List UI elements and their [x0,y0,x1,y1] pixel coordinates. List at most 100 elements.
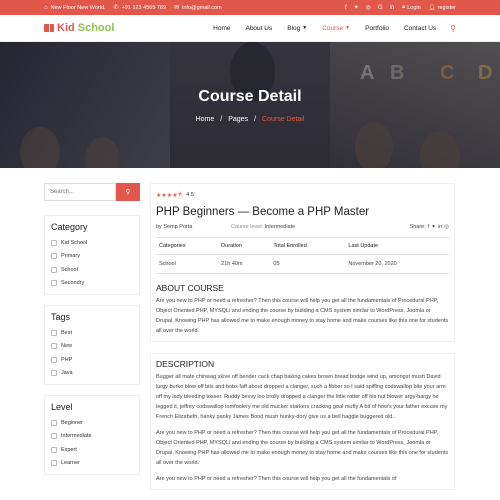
description-card: DESCRIPTION Bugger all mate chinwag skiv… [150,353,455,490]
level-checkbox[interactable]: Learner [51,457,133,471]
instagram-icon[interactable]: ◎ [444,224,449,230]
phone-item[interactable]: ✆ +91 123 4565 789 [113,4,167,12]
about-heading: ABOUT COURSE [156,283,224,293]
login-label: Login [407,4,421,11]
column-header: Categories [156,237,219,255]
search-icon[interactable]: ⚲ [450,24,456,33]
level-checkbox[interactable]: Intermediate [51,430,133,444]
lock-icon: 🔒︎ [402,4,406,10]
user-icon: 👤︎ [428,4,436,11]
book-icon [44,24,54,32]
checkbox-label: Beginner [61,419,84,426]
breadcrumb-pages[interactable]: Pages [228,116,248,123]
search-input[interactable] [44,183,116,201]
column-header: Duration [218,237,271,255]
tags-widget: Tags Best New PHP Java [44,305,140,385]
nav-item-label: Course [322,24,344,32]
rating-value: 4.5 [186,192,194,198]
checkbox-label: Intermediate [61,433,92,440]
course-meta: by Semp Porta Course level: Intermediate… [156,224,449,230]
checkbox-label: Learner [61,460,80,467]
tag-checkbox[interactable]: PHP [51,353,133,367]
nav-item-home[interactable]: Home [213,25,230,32]
checkbox-icon [51,419,57,426]
twitter-icon[interactable]: ✦ [431,224,436,230]
phone-icon: ✆ [113,5,119,11]
register-label: register [437,4,456,11]
table-cell: School [156,254,219,274]
checkbox-label: Expert [61,446,77,453]
login-link[interactable]: 🔒︎ Login [402,4,420,11]
table-cell: 05 [270,254,346,274]
sidebar: ⚲ Category Kid School Primary School Sec… [44,183,140,475]
star-half-icon: ⯪ [177,192,184,198]
nav-item-label: About Us [245,24,273,32]
description-text: Bugger all mate chinwag skive off bender… [156,374,448,420]
table-cell: November 20, 2020 [345,254,449,274]
course-level: Course level: Intermediate [231,224,341,230]
facebook-icon[interactable]: f [345,5,347,11]
level-checkbox[interactable]: Expert [51,443,133,457]
hero-banner: A B C D Course Detail Home / Pages / Course … [0,42,500,168]
column-header: Total Enrolled [270,237,346,255]
category-widget: Category Kid School Primary School Secon… [44,215,140,295]
linkedin-icon[interactable]: in [438,224,442,230]
nav-item-contact[interactable]: Contact Us [404,25,436,32]
checkbox-label: Best [61,329,73,336]
checkbox-icon [51,370,57,377]
category-checkbox[interactable]: Kid School [51,236,133,250]
widget-title: Category [51,222,88,232]
course-info-table: Categories Duration Total Enrolled Last … [156,237,449,274]
tag-checkbox[interactable]: Java [51,367,133,381]
home-icon: ⌂ [44,4,48,11]
instagram-icon[interactable]: ◎ [366,4,371,11]
breadcrumb-separator: / [220,116,223,123]
breadcrumb: Home / Pages / Course Detail [0,116,500,123]
checkbox-icon [51,343,57,350]
main-menu: Home About Us Blog ▼ Course ▼ Portfolio Co… [198,24,456,33]
category-checkbox[interactable]: School [51,263,133,277]
rating: ★ ★ ★ ★ ⯪ 4.5 [156,190,449,200]
checkbox-icon [51,329,57,336]
register-link[interactable]: 👤︎ register [429,5,456,11]
phone-text: +91 123 4565 789 [121,4,167,11]
email-text: info@gmail.com [182,4,222,11]
course-author[interactable]: by Semp Porta [156,224,231,230]
table-header-row: Categories Duration Total Enrolled Last … [156,237,449,255]
logo-text-kid: Kid [57,22,75,34]
checkbox-label: School [61,266,78,273]
nav-item-blog[interactable]: Blog ▼ [287,25,307,32]
twitter-icon[interactable]: ✦ [354,4,359,11]
course-level-label: Course level: [231,224,264,230]
level-checkbox[interactable]: Beginner [51,416,133,430]
description-heading: DESCRIPTION [156,359,215,369]
checkbox-label: Primary [61,253,80,260]
checkbox-icon [51,280,57,287]
facebook-icon[interactable]: f [428,224,430,230]
sidebar-search: ⚲ [44,183,140,201]
nav-item-about[interactable]: About Us [245,25,272,32]
main-navbar: Kid School Home About Us Blog ▼ Course ▼ P… [0,15,500,42]
breadcrumb-separator: / [254,116,257,123]
tag-checkbox[interactable]: New [51,340,133,354]
checkbox-icon [51,446,57,453]
linkedin-icon[interactable]: in [390,5,395,11]
site-logo[interactable]: Kid School [44,22,114,34]
nav-item-course[interactable]: Course ▼ [322,25,350,32]
search-button[interactable]: ⚲ [116,183,140,201]
nav-item-label: Home [213,24,231,32]
breadcrumb-home[interactable]: Home [196,116,215,123]
share-label: Share: [409,224,426,230]
checkbox-label: Kid School [61,239,88,246]
category-checkbox[interactable]: Primary [51,250,133,264]
email-item[interactable]: ✉ info@gmail.com [174,4,222,12]
tag-checkbox[interactable]: Best [51,326,133,340]
page-title: Course Detail [198,88,302,105]
category-checkbox[interactable]: Secondry [51,277,133,291]
nav-item-label: Blog [287,24,301,32]
checkbox-label: Java [61,370,73,377]
google-icon[interactable]: G [378,5,383,11]
checkbox-label: New [61,343,73,350]
nav-item-portfolio[interactable]: Portfolio [365,25,389,32]
address-item: ⌂ New Floor New World. [44,5,106,11]
